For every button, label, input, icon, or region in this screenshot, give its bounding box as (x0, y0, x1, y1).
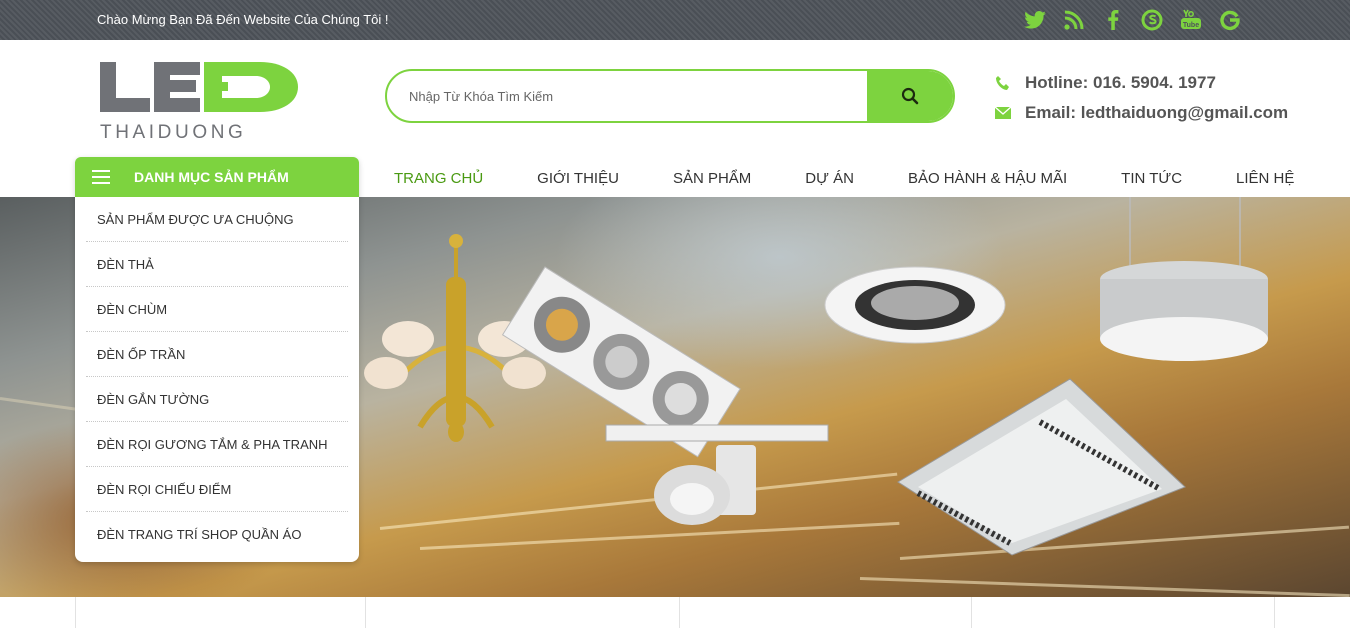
search-icon (901, 87, 919, 105)
category-title: DANH MỤC SẢN PHẨM (134, 169, 289, 185)
logo-subtitle: THAIDUONG (100, 122, 246, 142)
hotline-number[interactable]: 016. 5904. 1977 (1093, 73, 1216, 92)
twitter-icon[interactable] (1023, 8, 1047, 32)
column-divider (971, 597, 972, 628)
email-label: Email: (1025, 103, 1077, 122)
facebook-icon[interactable] (1101, 8, 1125, 32)
social-links: Tube (1023, 8, 1242, 32)
email-icon (995, 107, 1017, 119)
column-divider (679, 597, 680, 628)
welcome-text: Chào Mừng Bạn Đã Đến Website Của Chúng T… (97, 12, 389, 27)
youtube-icon[interactable]: Tube (1179, 8, 1203, 32)
category-header[interactable]: DANH MỤC SẢN PHẨM (75, 157, 359, 197)
nav-item-contact[interactable]: LIÊN HỆ (1209, 160, 1321, 197)
column-divider (365, 597, 366, 628)
ceiling-panel-image (897, 378, 1186, 556)
category-item-mirror-picture[interactable]: Đèn rọi gương tắm & pha tranh (86, 422, 348, 467)
search-button[interactable] (867, 71, 953, 121)
column-divider (75, 597, 76, 628)
category-item-wall[interactable]: Đèn gắn tường (86, 377, 348, 422)
column-divider (1274, 597, 1275, 628)
rss-icon[interactable] (1062, 8, 1086, 32)
hotline-label: Hotline: (1025, 73, 1089, 92)
top-bar: Chào Mừng Bạn Đã Đến Website Của Chúng T… (0, 0, 1350, 40)
phone-icon (995, 75, 1017, 91)
category-item-chandelier[interactable]: Đèn chùm (86, 287, 348, 332)
recessed-downlight-image (824, 266, 1006, 344)
site-logo[interactable]: THAIDUONG (98, 60, 300, 143)
menu-icon (92, 170, 110, 184)
svg-text:Tube: Tube (1183, 22, 1199, 29)
category-item-pendant[interactable]: Đèn thả (86, 242, 348, 287)
skype-icon[interactable] (1140, 8, 1164, 32)
nav-item-news[interactable]: TIN TỨC (1094, 160, 1209, 197)
search-input[interactable] (387, 71, 869, 121)
category-item-shop-decor[interactable]: Đèn trang trí shop quần áo (86, 512, 348, 557)
pendant-drum-image (1100, 197, 1268, 361)
category-menu: DANH MỤC SẢN PHẨM Sản phẩm được ưa chuộn… (75, 157, 359, 562)
nav-item-home[interactable]: TRANG CHỦ (367, 160, 510, 197)
search-box (385, 69, 955, 123)
nav-item-warranty[interactable]: BẢO HÀNH & HẬU MÃI (881, 160, 1094, 197)
nav-item-products[interactable]: SẢN PHẨM (646, 160, 778, 197)
google-icon[interactable] (1218, 8, 1242, 32)
track-spotlight-image (605, 424, 829, 525)
contact-info: Hotline: 016. 5904. 1977 Email: ledthaid… (995, 68, 1288, 128)
nav-item-projects[interactable]: DỰ ÁN (778, 160, 881, 197)
main-nav: TRANG CHỦ GIỚI THIỆU SẢN PHẨM DỰ ÁN BẢO … (367, 160, 1321, 197)
category-item-ceiling[interactable]: Đèn ốp trần (86, 332, 348, 377)
category-item-spotlight[interactable]: Đèn rọi chiếu điểm (86, 467, 348, 512)
email-address[interactable]: ledthaiduong@gmail.com (1081, 103, 1288, 122)
nav-item-about[interactable]: GIỚI THIỆU (510, 160, 646, 197)
category-item-popular[interactable]: Sản phẩm được ưa chuộng (86, 197, 348, 242)
